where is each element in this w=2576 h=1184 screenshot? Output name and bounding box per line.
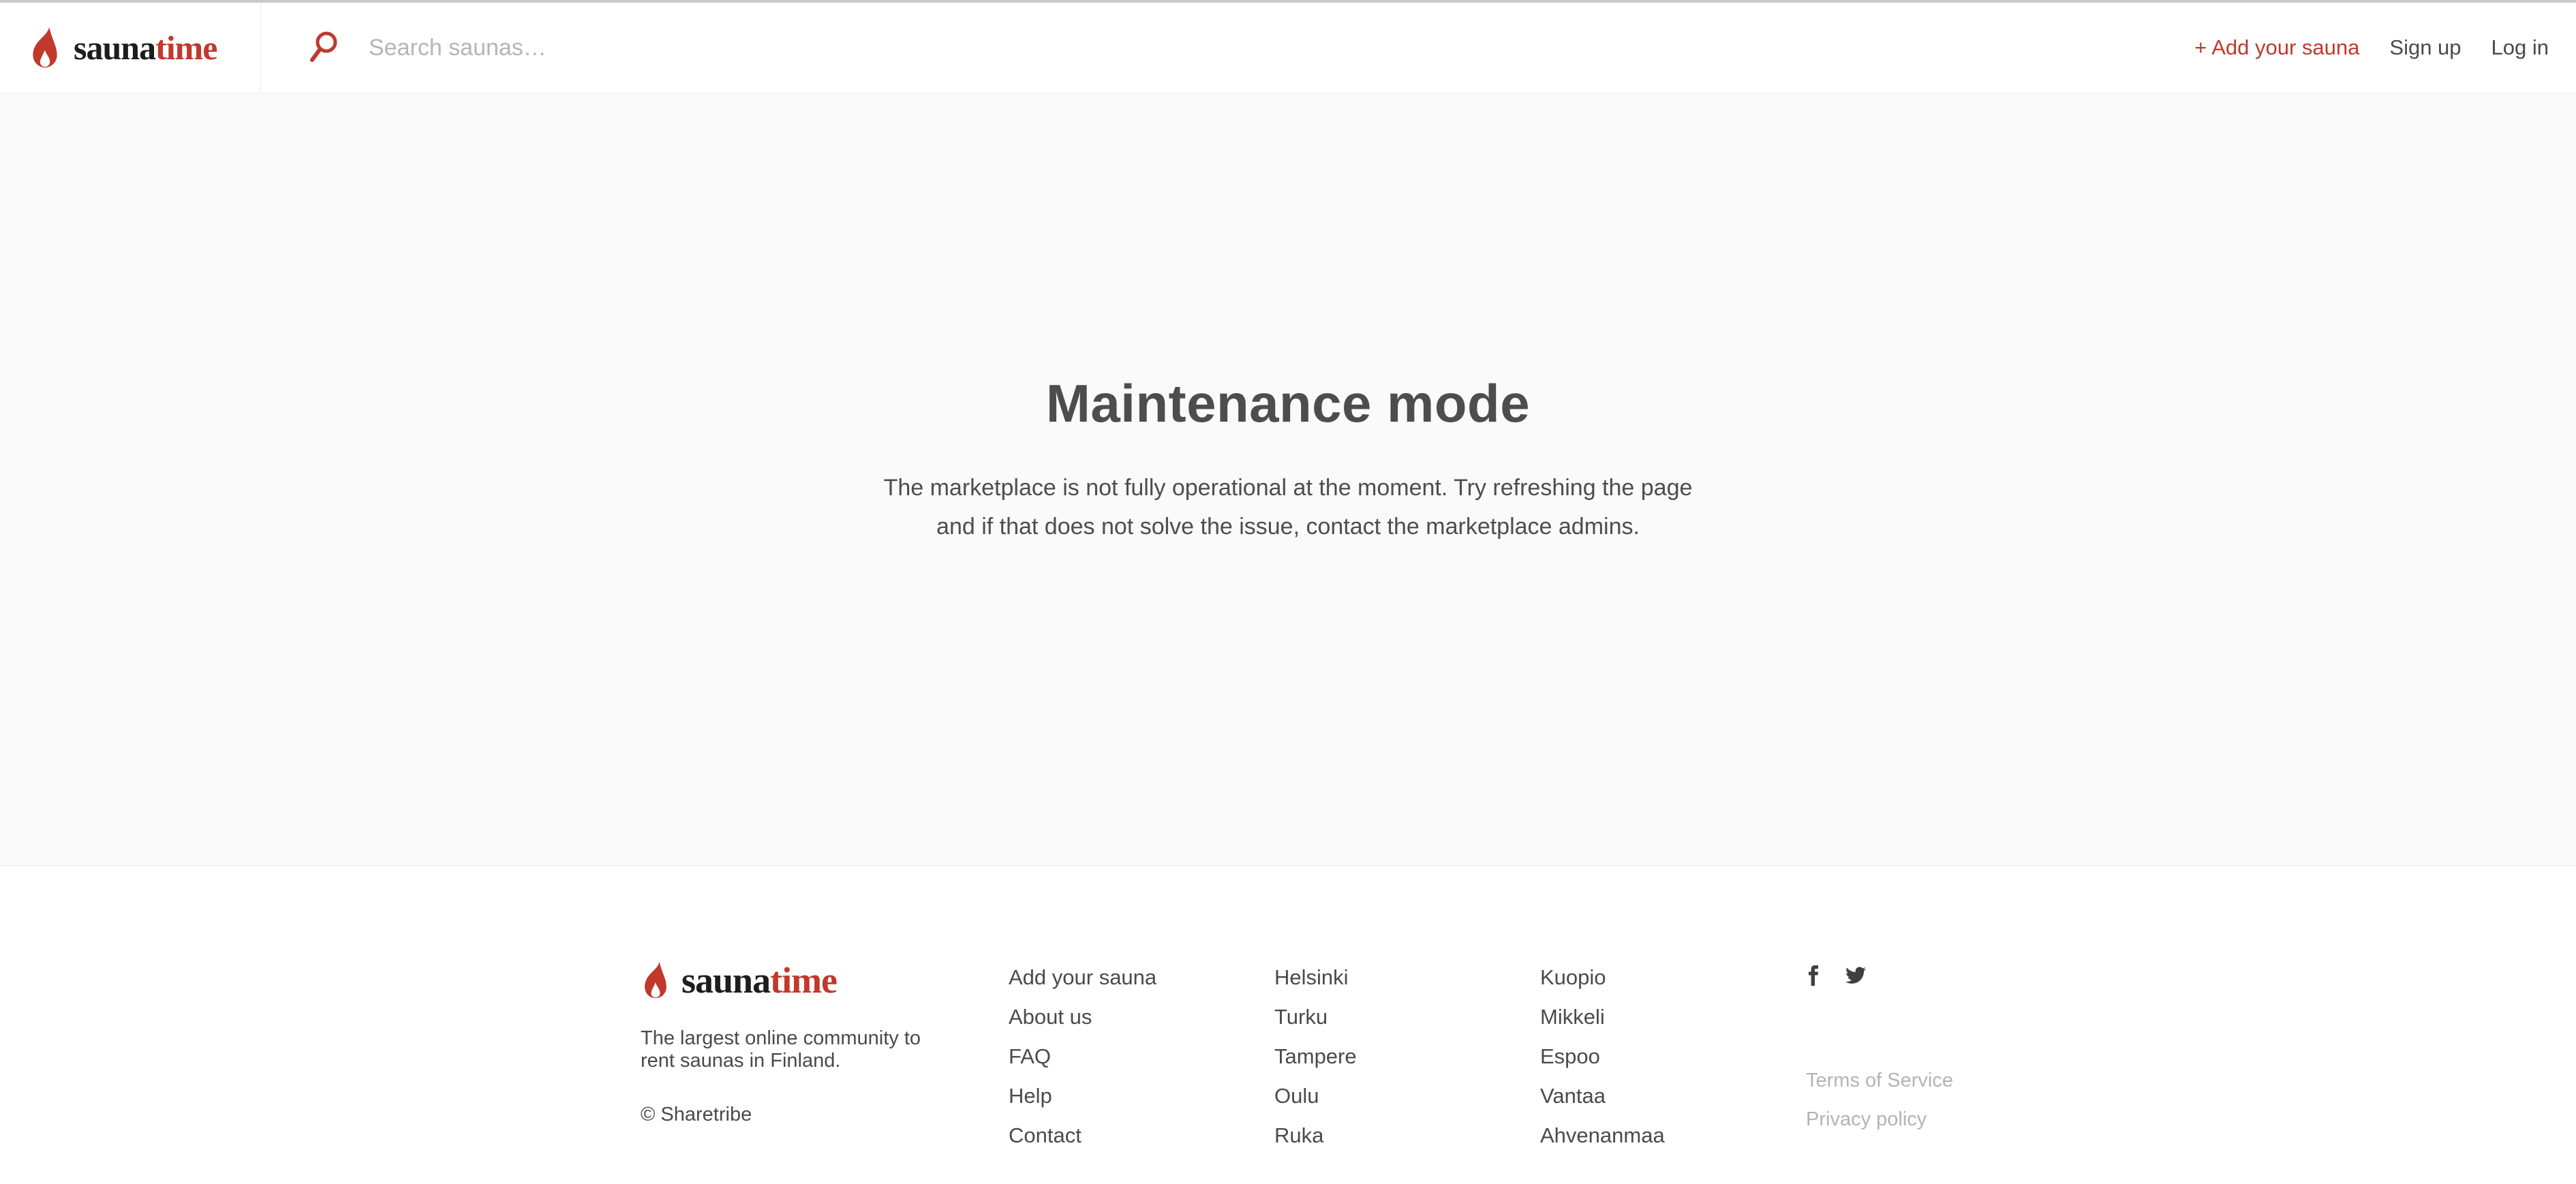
list-item: Help xyxy=(1009,1083,1274,1109)
footer-link-faq[interactable]: FAQ xyxy=(1009,1044,1051,1068)
log-in-link[interactable]: Log in xyxy=(2491,35,2549,60)
footer-links-column-site: Add your sauna About us FAQ Help Contact xyxy=(1009,959,1274,1162)
top-bar: saunatime + Add your sauna Sign up Log i… xyxy=(0,3,2576,93)
footer-link-mikkeli[interactable]: Mikkeli xyxy=(1540,1005,1605,1029)
maintenance-message-line-2: and if that does not solve the issue, co… xyxy=(884,508,1693,546)
footer-link-add-your-sauna[interactable]: Add your sauna xyxy=(1009,965,1156,989)
maintenance-section: Maintenance mode The marketplace is not … xyxy=(0,93,2576,865)
twitter-link[interactable] xyxy=(1845,965,1866,986)
footer-link-espoo[interactable]: Espoo xyxy=(1540,1044,1600,1068)
footer-link-vantaa[interactable]: Vantaa xyxy=(1540,1084,1606,1108)
list-item: About us xyxy=(1009,1004,1274,1030)
list-item: Mikkeli xyxy=(1540,1004,1806,1030)
footer-link-oulu[interactable]: Oulu xyxy=(1274,1084,1319,1108)
maintenance-message-line-1: The marketplace is not fully operational… xyxy=(884,469,1693,508)
footer-link-help[interactable]: Help xyxy=(1009,1084,1052,1108)
list-item: FAQ xyxy=(1009,1044,1274,1070)
list-item: Ahvenanmaa xyxy=(1540,1123,1806,1149)
sign-up-link[interactable]: Sign up xyxy=(2389,35,2461,60)
footer-tagline: The largest online community to rent sau… xyxy=(641,1027,940,1072)
social-links xyxy=(1806,965,1953,986)
footer-link-ahvenanmaa[interactable]: Ahvenanmaa xyxy=(1540,1123,1665,1147)
twitter-icon xyxy=(1845,965,1866,986)
facebook-icon xyxy=(1806,965,1820,986)
list-item: Contact xyxy=(1009,1123,1274,1149)
terms-of-service-link[interactable]: Terms of Service xyxy=(1806,1070,1953,1092)
list-item: Turku xyxy=(1274,1004,1540,1030)
footer-link-kuopio[interactable]: Kuopio xyxy=(1540,965,1606,989)
footer-copyright: © Sharetribe xyxy=(641,1104,1009,1126)
footer-link-ruka[interactable]: Ruka xyxy=(1274,1123,1323,1147)
logo[interactable]: saunatime xyxy=(0,3,261,93)
logo-text-primary: sauna xyxy=(681,960,770,1001)
footer-link-contact[interactable]: Contact xyxy=(1009,1123,1082,1147)
footer: saunatime The largest online community t… xyxy=(0,865,2576,1183)
footer-logo[interactable]: saunatime xyxy=(641,959,1009,1001)
logo-text-secondary: time xyxy=(770,960,837,1001)
search-input[interactable] xyxy=(369,35,982,61)
footer-social-legal-column: Terms of Service Privacy policy xyxy=(1806,959,1953,1147)
list-item: Oulu xyxy=(1274,1083,1540,1109)
footer-link-about-us[interactable]: About us xyxy=(1009,1005,1092,1029)
flame-icon xyxy=(29,27,61,69)
list-item: Espoo xyxy=(1540,1044,1806,1070)
privacy-policy-link[interactable]: Privacy policy xyxy=(1806,1108,1953,1131)
search-icon xyxy=(309,31,340,65)
footer-link-turku[interactable]: Turku xyxy=(1274,1005,1328,1029)
list-item: Tampere xyxy=(1274,1044,1540,1070)
add-your-sauna-link[interactable]: + Add your sauna xyxy=(2194,35,2359,60)
logo-text-secondary: time xyxy=(155,29,217,67)
logo-text-primary: sauna xyxy=(74,29,155,67)
footer-brand-column: saunatime The largest online community t… xyxy=(641,959,1009,1126)
search-bar xyxy=(261,3,2194,93)
list-item: Helsinki xyxy=(1274,965,1540,991)
logo-wordmark: saunatime xyxy=(681,959,837,1001)
footer-links-column-cities-2: Kuopio Mikkeli Espoo Vantaa Ahvenanmaa xyxy=(1540,959,1806,1162)
page-title: Maintenance mode xyxy=(1046,376,1530,431)
footer-link-helsinki[interactable]: Helsinki xyxy=(1274,965,1349,989)
legal-links: Terms of Service Privacy policy xyxy=(1806,1070,1953,1131)
flame-icon xyxy=(641,961,671,999)
facebook-link[interactable] xyxy=(1806,965,1820,986)
header-nav: + Add your sauna Sign up Log in xyxy=(2194,3,2576,93)
list-item: Add your sauna xyxy=(1009,965,1274,991)
footer-link-tampere[interactable]: Tampere xyxy=(1274,1044,1357,1068)
logo-wordmark: saunatime xyxy=(74,28,217,67)
list-item: Vantaa xyxy=(1540,1083,1806,1109)
list-item: Kuopio xyxy=(1540,965,1806,991)
list-item: Ruka xyxy=(1274,1123,1540,1149)
maintenance-message: The marketplace is not fully operational… xyxy=(884,469,1693,546)
footer-links-column-cities-1: Helsinki Turku Tampere Oulu Ruka xyxy=(1274,959,1540,1162)
